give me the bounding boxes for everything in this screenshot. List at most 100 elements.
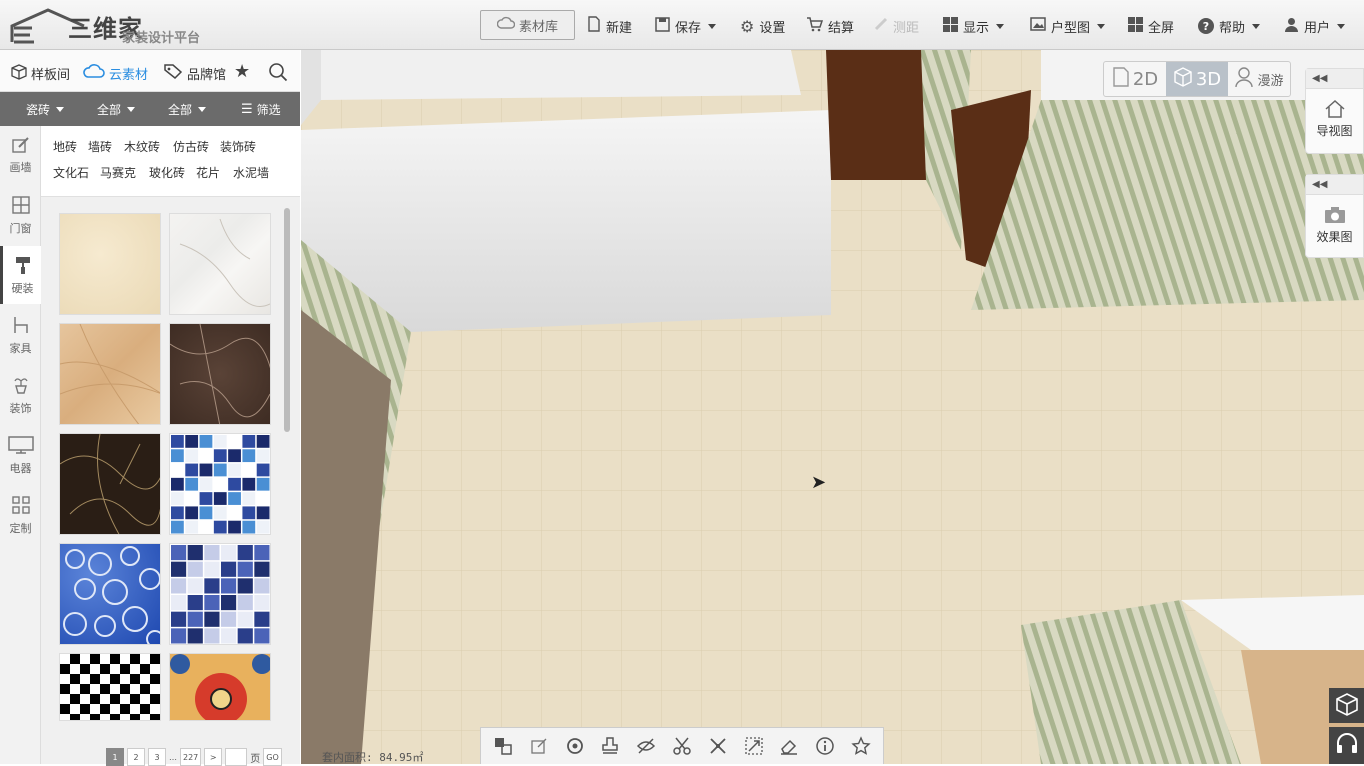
nav-decoration[interactable]: 装饰 (0, 366, 41, 424)
plant-icon (11, 375, 31, 398)
subcategory-item[interactable]: 墙砖 (88, 138, 112, 155)
page-button[interactable]: 2 (127, 748, 145, 766)
info-icon[interactable] (814, 735, 836, 757)
support-button[interactable] (1329, 727, 1364, 764)
material-library-button[interactable]: 素材库 (480, 10, 575, 40)
search-icon[interactable] (268, 62, 288, 86)
fullscreen-icon (1128, 16, 1143, 36)
chevron-down-icon (1337, 23, 1346, 29)
subcategory-item[interactable]: 玻化砖 (149, 164, 185, 181)
left-nav: 画墙 门窗 硬装 家具 装饰 电器 定制 (0, 126, 42, 764)
render-label: 效果图 (1316, 230, 1353, 244)
hide-icon[interactable] (635, 735, 657, 757)
material-thumb[interactable] (59, 323, 161, 425)
nav-doors-windows[interactable]: 门窗 (0, 186, 41, 244)
go-button[interactable]: GO (263, 748, 282, 766)
subcategory-item[interactable]: 仿古砖 (173, 138, 209, 155)
collapse-icon[interactable]: ◀◀ (1306, 69, 1363, 89)
help-button[interactable]: ? 帮助 (1198, 15, 1261, 37)
filter-1-label: 全部 (97, 103, 122, 117)
nav-appliances[interactable]: 电器 (0, 426, 41, 484)
nav-custom[interactable]: 定制 (0, 486, 41, 544)
tab-cloud-label: 云素材 (109, 67, 149, 83)
subcategory-item[interactable]: 装饰砖 (220, 138, 256, 155)
filter-dropdown-1[interactable]: 全部 (97, 101, 136, 118)
page-button[interactable]: 227 (180, 748, 202, 766)
collapse-icon[interactable]: ◀◀ (1306, 175, 1363, 195)
nav-label: 定制 (9, 521, 32, 535)
nav-map-button[interactable]: 导视图 (1306, 99, 1363, 139)
cloud-icon (496, 16, 516, 34)
settings-label: 设置 (759, 20, 786, 36)
view-2d-button[interactable]: 2D (1104, 62, 1166, 96)
top-bar: 三维家 家装设计平台 素材库 新建 保存 ⚙ 设置 结算 测距 显示 户型图 全… (0, 0, 1364, 50)
page-button[interactable]: 3 (148, 748, 166, 766)
chevron-down-icon (1252, 23, 1261, 29)
material-thumb[interactable] (59, 543, 161, 645)
checkout-button[interactable]: 结算 (806, 15, 854, 37)
subcategory-item[interactable]: 水泥墙 (233, 164, 269, 181)
subcategory-item[interactable]: 花片 (196, 164, 220, 181)
user-button[interactable]: 用户 (1284, 15, 1346, 37)
subcategory-item[interactable]: 地砖 (53, 138, 77, 155)
3d-viewport[interactable]: ➤ (301, 50, 1364, 764)
filter-dropdown-2[interactable]: 全部 (168, 101, 207, 118)
filter-button[interactable]: ☰ 筛选 (241, 101, 281, 118)
save-button[interactable]: 保存 (655, 15, 717, 37)
rotate-icon[interactable] (564, 735, 586, 757)
person-icon (1234, 66, 1254, 92)
new-button[interactable]: 新建 (587, 15, 632, 37)
category-dropdown[interactable]: 瓷砖 (26, 101, 65, 118)
view-3d-label: 3D (1195, 68, 1222, 90)
material-thumb[interactable] (59, 213, 161, 315)
tab-brand[interactable]: 品牌馆 (163, 63, 226, 83)
favorite-icon[interactable] (850, 735, 872, 757)
page-input[interactable] (225, 748, 248, 766)
file-icon (587, 16, 601, 36)
material-thumb[interactable] (169, 653, 271, 721)
tab-cloud[interactable]: 云素材 (83, 63, 148, 83)
display-button[interactable]: 显示 (943, 15, 1005, 37)
nav-furniture[interactable]: 家具 (0, 306, 41, 364)
window-icon (11, 195, 31, 218)
material-thumb[interactable] (169, 323, 271, 425)
material-thumb[interactable] (169, 433, 271, 535)
subcategory-item[interactable]: 木纹砖 (124, 138, 160, 155)
house-icon (1324, 99, 1346, 122)
eraser-icon[interactable] (778, 735, 800, 757)
walk-mode-button[interactable]: 漫游 (1228, 62, 1290, 96)
scale-icon[interactable] (743, 735, 765, 757)
star-icon[interactable]: ★ (234, 61, 250, 82)
stamp-icon[interactable] (599, 735, 621, 757)
subcategory-item[interactable]: 文化石 (53, 164, 89, 181)
measure-button[interactable]: 测距 (874, 15, 919, 37)
panel-scrollbar[interactable] (284, 208, 290, 432)
measure-label: 测距 (893, 20, 920, 36)
resize-icon[interactable] (528, 735, 550, 757)
view-3d-button[interactable]: 3D (1166, 62, 1228, 96)
floorplan-button[interactable]: 户型图 (1030, 15, 1106, 37)
replace-icon[interactable] (492, 735, 514, 757)
cart-icon (806, 16, 824, 36)
page-button[interactable]: 1 (106, 748, 124, 766)
render-button[interactable]: 效果图 (1306, 205, 1363, 245)
pagination: 1 2 3 … 227 > 页 GO (106, 748, 282, 766)
tab-showroom[interactable]: 样板间 (10, 63, 70, 84)
nav-hard-decor[interactable]: 硬装 (0, 246, 42, 304)
fullscreen-label: 全屏 (1148, 20, 1175, 36)
view-toggle: 2D 3D 漫游 (1103, 61, 1291, 97)
subcategory-item[interactable]: 马赛克 (100, 164, 136, 181)
subcategory-list: 地砖 墙砖 木纹砖 仿古砖 装饰砖 文化石 马赛克 玻化砖 花片 水泥墙 (41, 126, 300, 196)
cut-icon[interactable] (671, 735, 693, 757)
fullscreen-button[interactable]: 全屏 (1128, 15, 1174, 37)
next-page-button[interactable]: > (204, 748, 223, 766)
material-thumb[interactable] (169, 543, 271, 645)
material-thumb[interactable] (59, 653, 161, 721)
material-thumb[interactable] (169, 213, 271, 315)
nav-draw-wall[interactable]: 画墙 (0, 126, 41, 184)
user-icon (1284, 17, 1299, 36)
settings-button[interactable]: ⚙ 设置 (740, 15, 785, 37)
split-icon[interactable] (707, 735, 729, 757)
3d-box-button[interactable] (1329, 688, 1364, 723)
material-thumb[interactable] (59, 433, 161, 535)
